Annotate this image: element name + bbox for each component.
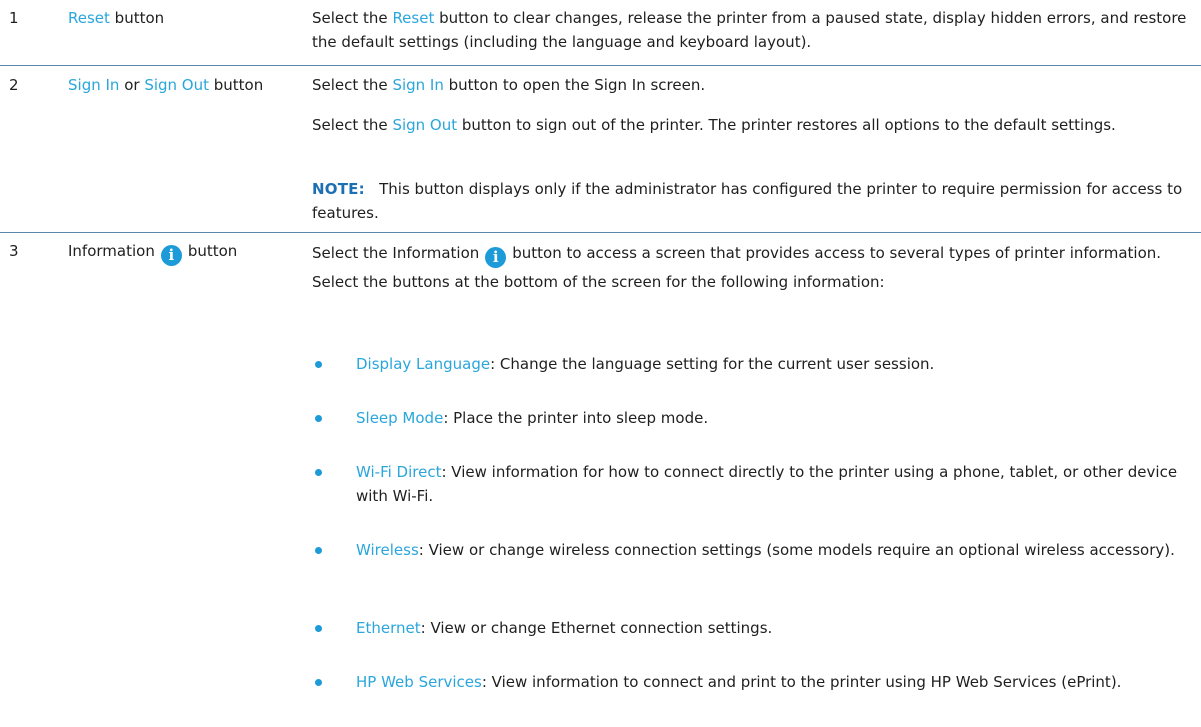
bullet-icon: [315, 625, 322, 632]
note-label: NOTE:: [312, 180, 365, 198]
reset-link[interactable]: Reset: [392, 9, 434, 27]
bullet-text: : View information for how to connect di…: [356, 463, 1178, 505]
control-name: Sign In or Sign Out button: [68, 76, 263, 94]
row-divider: [0, 232, 1201, 233]
bullet-text: : View or change Ethernet connection set…: [420, 619, 773, 637]
bullet-icon: [315, 469, 322, 476]
row-description: Select the Reset button to clear changes…: [312, 6, 1192, 54]
desc-text: button to sign out of the printer. The p…: [457, 116, 1116, 134]
wireless-link[interactable]: Wireless: [356, 541, 419, 559]
wifi-direct-link[interactable]: Wi-Fi Direct: [356, 463, 441, 481]
desc-text: button to clear changes, release the pri…: [312, 9, 1187, 51]
desc-text: Select the: [312, 76, 393, 94]
name-text: Information: [68, 242, 155, 260]
row-divider: [0, 65, 1201, 66]
info-icon: i: [160, 245, 182, 266]
name-suffix: button: [187, 242, 238, 260]
sign-out-link[interactable]: Sign Out: [144, 76, 209, 94]
desc-text: button to open the Sign In screen.: [443, 76, 706, 94]
bullet-text: : Place the printer into sleep mode.: [443, 409, 709, 427]
sign-in-link[interactable]: Sign In: [392, 76, 443, 94]
bullet-icon: [315, 415, 322, 422]
row-description: Select the Sign Out button to sign out o…: [312, 113, 1192, 137]
row-description: Select the Information i button to access …: [312, 239, 1192, 296]
desc-text: Select the: [312, 9, 393, 27]
name-or: or: [119, 76, 145, 94]
row-description: Select the Sign In button to open the Si…: [312, 73, 1192, 97]
name-suffix: button: [109, 9, 165, 27]
sign-out-link[interactable]: Sign Out: [392, 116, 457, 134]
row-number: 2: [9, 76, 19, 94]
hp-web-services-link[interactable]: HP Web Services: [356, 673, 482, 691]
bullet-icon: [315, 361, 322, 368]
note-text: This button displays only if the adminis…: [312, 180, 1183, 222]
reset-link[interactable]: Reset: [68, 9, 110, 27]
bullet-text: : View information to connect and print …: [481, 673, 1122, 691]
bullet-text: : View or change wireless connection set…: [418, 541, 1175, 559]
bullet-icon: [315, 679, 322, 686]
bullet-icon: [315, 547, 322, 554]
ethernet-link[interactable]: Ethernet: [356, 619, 421, 637]
display-language-link[interactable]: Display Language: [356, 355, 490, 373]
row-number: 1: [9, 9, 19, 27]
sleep-mode-link[interactable]: Sleep Mode: [356, 409, 443, 427]
name-suffix: button: [209, 76, 264, 94]
info-icon: i: [485, 247, 507, 268]
desc-text: Select the Information: [312, 244, 480, 262]
desc-text: Select the: [312, 116, 393, 134]
control-name: Information i button: [68, 242, 237, 266]
note: NOTE: This button displays only if the a…: [312, 177, 1192, 225]
control-name: Reset button: [68, 9, 164, 27]
row-number: 3: [9, 242, 19, 260]
sign-in-link[interactable]: Sign In: [68, 76, 119, 94]
bullet-text: : Change the language setting for the cu…: [490, 355, 935, 373]
